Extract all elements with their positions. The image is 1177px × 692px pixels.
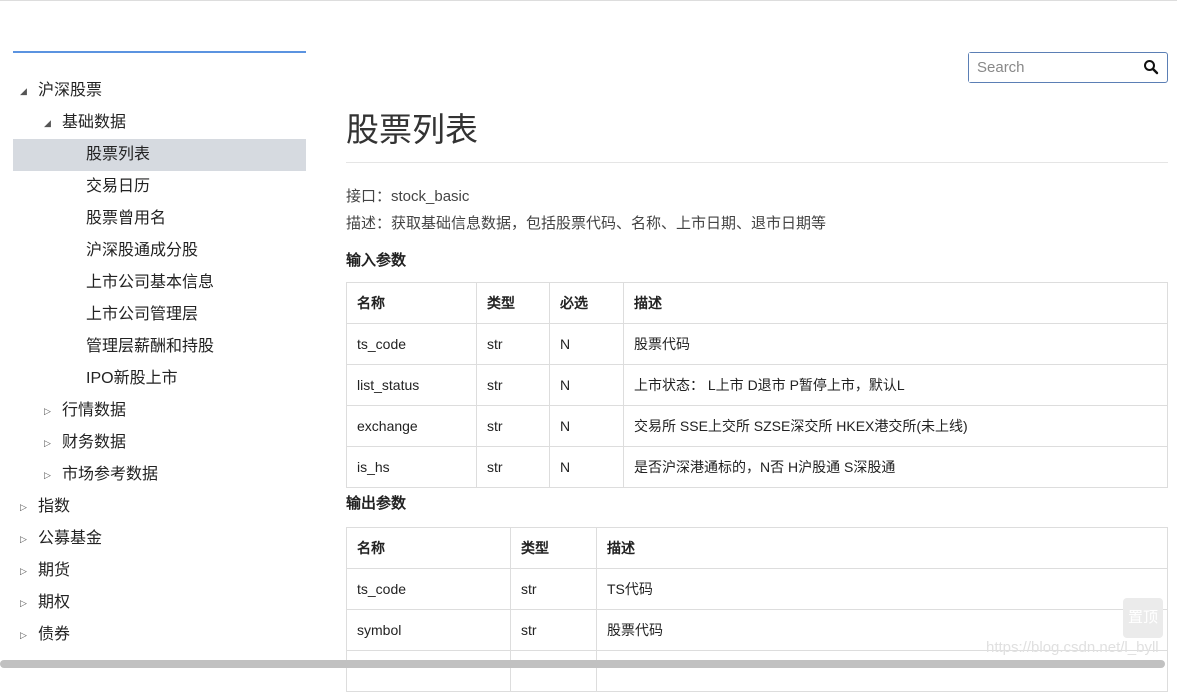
interface-name: 接口：stock_basic (346, 188, 470, 205)
sidebar-item[interactable]: 沪深股通成分股 (13, 235, 306, 267)
sidebar: ◢ 沪深股票 ◢ 基础数据股票列表交易日历股票曾用名沪深股通成分股 上市公司基本信息 上市… (13, 51, 306, 651)
table-header-row: 名称 类型 必选 描述 (346, 282, 1168, 324)
collapsed-triangle-icon[interactable]: ▷ (44, 427, 51, 459)
collapsed-triangle-icon[interactable]: ▷ (20, 523, 27, 555)
column-header: 名称 (346, 527, 511, 569)
sidebar-item[interactable]: ▷ 指数 (13, 491, 306, 523)
table-row: is_hs str N 是否沪深港通标的，N否 H沪股通 S深股通 (346, 446, 1168, 488)
search-icon[interactable] (1143, 59, 1159, 75)
search-box[interactable] (968, 52, 1168, 83)
sidebar-item-label: IPO新股上市 (86, 370, 178, 387)
sidebar-item[interactable]: ▷ 行情数据 (13, 395, 306, 427)
sidebar-item[interactable]: IPO新股上市 (13, 363, 306, 395)
table-row: ts_code str N 股票代码 (346, 323, 1168, 365)
expanded-triangle-icon[interactable]: ◢ (20, 75, 27, 107)
column-header: 类型 (476, 282, 550, 324)
table-row: list_status str N 上市状态： L上市 D退市 P暂停上市，默认L (346, 364, 1168, 406)
collapsed-triangle-icon[interactable]: ▷ (20, 491, 27, 523)
table-cell: 是否沪深港通标的，N否 H沪股通 S深股通 (623, 446, 1168, 488)
table-cell: N (549, 446, 624, 488)
sidebar-item[interactable]: 交易日历 (13, 171, 306, 203)
column-header: 类型 (510, 527, 597, 569)
column-header: 名称 (346, 282, 477, 324)
column-header: 描述 (596, 527, 1168, 569)
sidebar-item[interactable]: 股票列表 (13, 139, 306, 171)
table-cell: str (476, 364, 550, 406)
table-cell (346, 650, 511, 692)
table-cell (596, 650, 1168, 692)
description: 描述：获取基础信息数据，包括股票代码、名称、上市日期、退市日期等 (346, 215, 827, 232)
table-cell: is_hs (346, 446, 477, 488)
sidebar-item-label: 沪深股通成分股 (86, 242, 199, 259)
table-cell (510, 650, 597, 692)
table-cell: list_status (346, 364, 477, 406)
table-cell: str (476, 323, 550, 365)
sidebar-item[interactable]: ▷ 财务数据 (13, 427, 306, 459)
table-cell: 股票代码 (623, 323, 1168, 365)
table-row: exchange str N 交易所 SSE上交所 SZSE深交所 HKEX港交所(未… (346, 405, 1168, 447)
sidebar-item-label: 财务数据 (62, 434, 127, 451)
table-cell: 交易所 SSE上交所 SZSE深交所 HKEX港交所(未上线) (623, 405, 1168, 447)
table-cell: str (476, 446, 550, 488)
collapsed-triangle-icon[interactable]: ▷ (44, 459, 51, 491)
page-title: 股票列表 (346, 101, 1168, 163)
input-params-table: 名称 类型 必选 描述 ts_code str N 股票代码 list_status str N 上市… (346, 282, 1168, 488)
collapsed-triangle-icon[interactable]: ▷ (20, 587, 27, 619)
input-params-heading: 输入参数 (346, 252, 407, 269)
expanded-triangle-icon[interactable]: ◢ (44, 107, 51, 139)
table-cell: ts_code (346, 568, 511, 610)
sidebar-item[interactable]: ◢ 沪深股票 (13, 75, 306, 107)
column-header: 描述 (623, 282, 1168, 324)
sidebar-item-label: 股票列表 (86, 146, 151, 163)
sidebar-item-label: 上市公司管理层 (86, 306, 199, 323)
sidebar-item-label: 股票曾用名 (86, 210, 167, 227)
collapsed-triangle-icon[interactable]: ▷ (20, 619, 27, 651)
table-header-row: 名称 类型 描述 (346, 527, 1168, 569)
output-params-heading: 输出参数 (346, 495, 407, 512)
table-cell: ts_code (346, 323, 477, 365)
sidebar-item[interactable]: 股票曾用名 (13, 203, 306, 235)
table-cell: symbol (346, 609, 511, 651)
sidebar-item-label: 上市公司基本信息 (86, 274, 215, 291)
sidebar-item[interactable]: 上市公司管理层 (13, 299, 306, 331)
table-row (346, 650, 1168, 692)
sidebar-item-label: 市场参考数据 (62, 466, 159, 483)
sidebar-item[interactable]: 上市公司基本信息 (13, 267, 306, 299)
sidebar-item[interactable]: ◢ 基础数据 (13, 107, 306, 139)
table-cell: exchange (346, 405, 477, 447)
table-cell: str (476, 405, 550, 447)
sidebar-item[interactable]: ▷ 债券 (13, 619, 306, 651)
collapsed-triangle-icon[interactable]: ▷ (20, 555, 27, 587)
sidebar-item[interactable]: ▷ 期权 (13, 587, 306, 619)
sidebar-item[interactable]: 管理层薪酬和持股 (13, 331, 306, 363)
back-to-top-button[interactable]: 置顶 (1123, 598, 1163, 638)
sidebar-item-label: 行情数据 (62, 402, 127, 419)
table-cell: TS代码 (596, 568, 1168, 610)
search-input[interactable] (969, 53, 1139, 82)
table-cell: N (549, 405, 624, 447)
sidebar-item-label: 管理层薪酬和持股 (86, 338, 215, 355)
table-cell: str (510, 568, 597, 610)
sidebar-item[interactable]: ▷ 公募基金 (13, 523, 306, 555)
collapsed-triangle-icon[interactable]: ▷ (44, 395, 51, 427)
sidebar-item-label: 交易日历 (86, 178, 151, 195)
table-cell: N (549, 323, 624, 365)
sidebar-item[interactable]: ▷ 期货 (13, 555, 306, 587)
watermark: https://blog.csdn.net/l_byll (986, 639, 1159, 656)
table-cell: str (510, 609, 597, 651)
table-cell: 上市状态： L上市 D退市 P暂停上市，默认L (623, 364, 1168, 406)
table-cell: N (549, 364, 624, 406)
sidebar-item-label: 基础数据 (62, 114, 127, 131)
table-row: ts_code str TS代码 (346, 568, 1168, 610)
column-header: 必选 (549, 282, 624, 324)
main-content: 股票列表 接口：stock_basic 描述：获取基础信息数据，包括股票代码、名… (346, 101, 1168, 692)
sidebar-item[interactable]: ▷ 市场参考数据 (13, 459, 306, 491)
